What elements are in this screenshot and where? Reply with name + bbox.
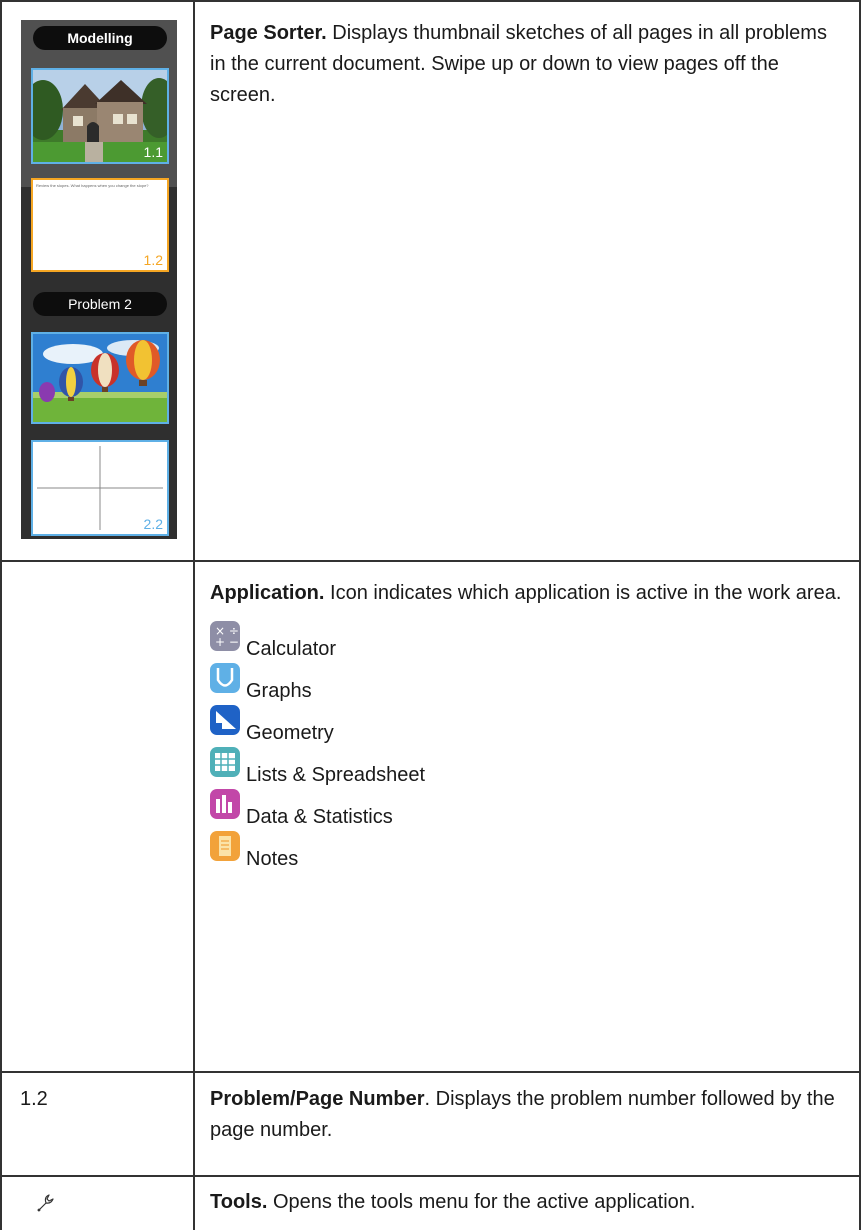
app-calculator: × ÷ + − Calculator [210,621,842,659]
row-divider [0,1175,861,1177]
page-sorter-description: Page Sorter. Displays thumbnail sketches… [210,18,842,111]
svg-text:+ −: + − [215,635,239,649]
app-graphs: Graphs [210,663,842,701]
lists-spreadsheet-icon [210,747,240,777]
geometry-icon [210,705,240,735]
row-divider [0,560,861,562]
page-thumbnail[interactable]: 2.2 [31,440,169,536]
graphs-icon [210,663,240,693]
term-title: Application. [210,582,325,604]
term-text: Opens the tools menu for the active appl… [267,1191,696,1213]
problem-header[interactable]: Modelling [33,26,167,50]
tools-description: Tools. Opens the tools menu for the acti… [210,1187,842,1218]
reference-table: Modelling 1.1 Review the slopes. What ha… [0,0,861,1230]
balloons-photo-image [33,334,167,422]
page-number-example: 1.2 [20,1088,48,1110]
notes-icon [210,831,240,861]
table-border-top [0,0,861,2]
term-title: Tools. [210,1191,268,1213]
term-title: Page Sorter. [210,22,327,44]
page-number-description: Problem/Page Number. Displays the proble… [210,1084,842,1146]
app-label: Data & Statistics [246,806,393,828]
app-label: Geometry [246,722,334,744]
page-thumbnail-selected[interactable]: Review the slopes. What happens when you… [31,178,169,272]
term-text: Icon indicates which application is acti… [324,582,842,604]
app-lists-spreadsheet: Lists & Spreadsheet [210,747,842,785]
app-label: Graphs [246,680,312,702]
application-description: Application. Icon indicates which applic… [210,578,842,869]
app-data-statistics: Data & Statistics [210,789,842,827]
wrench-icon[interactable] [34,1192,56,1219]
data-statistics-icon [210,789,240,819]
term-title: Problem/Page Number [210,1088,425,1110]
page-thumbnail[interactable]: 1.1 [31,68,169,164]
row-divider [0,1071,861,1073]
page-thumbnail[interactable] [31,332,169,424]
page-number-label: 2.2 [143,516,163,532]
problem-header[interactable]: Problem 2 [33,292,167,316]
table-border-left [0,0,2,1230]
page-number-label: 1.1 [143,144,163,160]
column-divider [193,0,195,1230]
page-sorter-panel[interactable]: Modelling 1.1 Review the slopes. What ha… [21,20,177,539]
app-label: Calculator [246,638,337,660]
app-notes: Notes [210,831,842,869]
page-number-label: 1.2 [143,252,163,268]
app-geometry: Geometry [210,705,842,743]
page-text-preview: Review the slopes. What happens when you… [36,183,149,188]
app-label: Lists & Spreadsheet [246,764,425,786]
app-label: Notes [246,848,299,870]
calculator-icon: × ÷ + − [210,621,240,651]
